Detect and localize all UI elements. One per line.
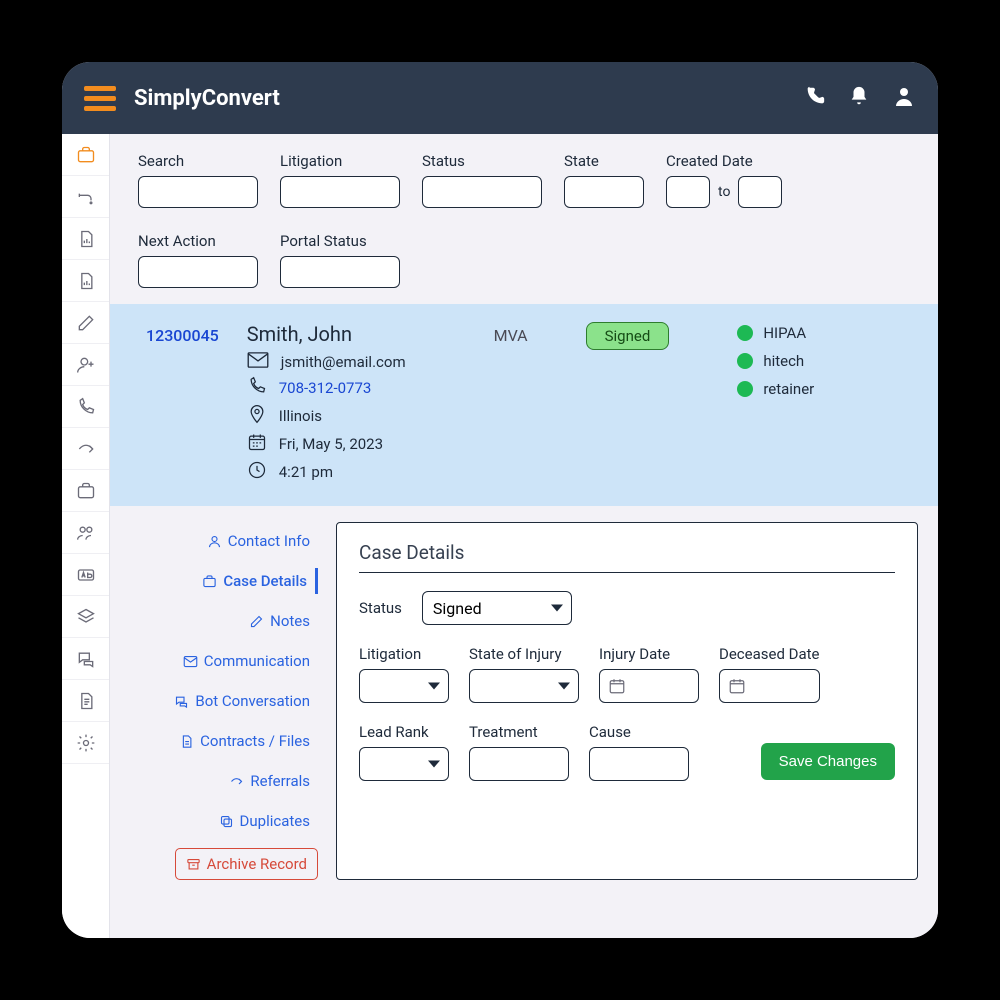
app-title: SimplyConvert <box>134 86 280 111</box>
clock-icon <box>247 460 267 484</box>
phone-icon[interactable] <box>804 85 826 111</box>
nav-duplicates[interactable]: Duplicates <box>211 808 318 834</box>
sidebar-item-settings[interactable] <box>62 722 109 764</box>
case-details-panel: Case Details Status Signed Litigation <box>336 522 918 880</box>
archive-record-button[interactable]: Archive Record <box>175 848 318 880</box>
filter-label-search: Search <box>138 152 258 170</box>
litigation-label: Litigation <box>359 645 449 663</box>
location-icon <box>247 404 267 428</box>
status-select[interactable]: Signed <box>422 591 572 625</box>
nav-case-details[interactable]: Case Details <box>194 568 318 594</box>
tag-retainer: retainer <box>737 380 814 398</box>
state-injury-select[interactable] <box>469 669 579 703</box>
contact-time: 4:21 pm <box>279 463 333 481</box>
user-icon[interactable] <box>892 84 916 112</box>
created-to-input[interactable] <box>738 176 782 208</box>
portal-status-input[interactable] <box>280 256 400 288</box>
lead-rank-label: Lead Rank <box>359 723 449 741</box>
sidebar-item-layers[interactable] <box>62 596 109 638</box>
menu-button[interactable] <box>84 86 116 111</box>
phone-icon <box>247 376 267 400</box>
nav-notes[interactable]: Notes <box>241 608 318 634</box>
deceased-date-input[interactable] <box>719 669 820 703</box>
sidebar-item-call[interactable] <box>62 386 109 428</box>
sidebar-item-users[interactable] <box>62 512 109 554</box>
contact-date: Fri, May 5, 2023 <box>279 435 383 453</box>
sidebar-item-doc-list[interactable] <box>62 680 109 722</box>
save-changes-button[interactable]: Save Changes <box>761 743 895 780</box>
cause-input[interactable] <box>589 747 689 781</box>
sidebar-item-doc-bar[interactable] <box>62 260 109 302</box>
case-id[interactable]: 12300045 <box>146 322 219 484</box>
detail-nav: Contact Info Case Details Notes Communic… <box>118 522 318 880</box>
injury-date-label: Injury Date <box>599 645 699 663</box>
lead-rank-select[interactable] <box>359 747 449 781</box>
next-action-input[interactable] <box>138 256 258 288</box>
sidebar-item-briefcase2[interactable] <box>62 470 109 512</box>
contact-phone[interactable]: 708-312-0773 <box>279 379 372 397</box>
sidebar-item-doc-chart[interactable] <box>62 218 109 260</box>
litigation-filter-input[interactable] <box>280 176 400 208</box>
bell-icon[interactable] <box>848 85 870 111</box>
sidebar-item-edit[interactable] <box>62 302 109 344</box>
tag-hitech: hitech <box>737 352 814 370</box>
case-type: MVA <box>494 322 528 484</box>
filter-label-portal-status: Portal Status <box>280 232 400 250</box>
contact-state: Illinois <box>279 407 322 425</box>
nav-contracts-files[interactable]: Contracts / Files <box>171 728 318 754</box>
filter-label-status: Status <box>422 152 542 170</box>
filter-label-state: State <box>564 152 644 170</box>
status-filter-input[interactable] <box>422 176 542 208</box>
calendar-icon <box>247 432 267 456</box>
date-to-label: to <box>718 184 730 200</box>
sidebar-item-share[interactable] <box>62 428 109 470</box>
sidebar-item-add-user[interactable] <box>62 344 109 386</box>
panel-title: Case Details <box>359 541 895 573</box>
mail-icon <box>247 352 269 372</box>
state-filter-input[interactable] <box>564 176 644 208</box>
tag-hipaa: HIPAA <box>737 324 814 342</box>
litigation-select[interactable] <box>359 669 449 703</box>
sidebar-item-ad[interactable] <box>62 554 109 596</box>
nav-referrals[interactable]: Referrals <box>221 768 318 794</box>
treatment-input[interactable] <box>469 747 569 781</box>
filter-bar: Search Litigation Status State Created D… <box>110 134 938 304</box>
state-injury-label: State of Injury <box>469 645 579 663</box>
sidebar-item-briefcase[interactable] <box>62 134 109 176</box>
nav-bot-conversation[interactable]: Bot Conversation <box>166 688 318 714</box>
created-from-input[interactable] <box>666 176 710 208</box>
contact-email: jsmith@email.com <box>281 353 406 371</box>
sidebar <box>62 134 110 938</box>
app-header: SimplyConvert <box>62 62 938 134</box>
nav-communication[interactable]: Communication <box>175 648 318 674</box>
contact-name: Smith, John <box>247 322 406 346</box>
status-badge: Signed <box>586 322 670 350</box>
sidebar-item-chat[interactable] <box>62 638 109 680</box>
case-summary: 12300045 Smith, John jsmith@email.com 70… <box>110 304 938 506</box>
filter-label-created: Created Date <box>666 152 782 170</box>
treatment-label: Treatment <box>469 723 569 741</box>
nav-contact-info[interactable]: Contact Info <box>199 528 318 554</box>
search-input[interactable] <box>138 176 258 208</box>
injury-date-input[interactable] <box>599 669 699 703</box>
filter-label-litigation: Litigation <box>280 152 400 170</box>
status-label: Status <box>359 599 402 617</box>
filter-label-next-action: Next Action <box>138 232 258 250</box>
deceased-date-label: Deceased Date <box>719 645 820 663</box>
cause-label: Cause <box>589 723 689 741</box>
sidebar-item-faucet[interactable] <box>62 176 109 218</box>
